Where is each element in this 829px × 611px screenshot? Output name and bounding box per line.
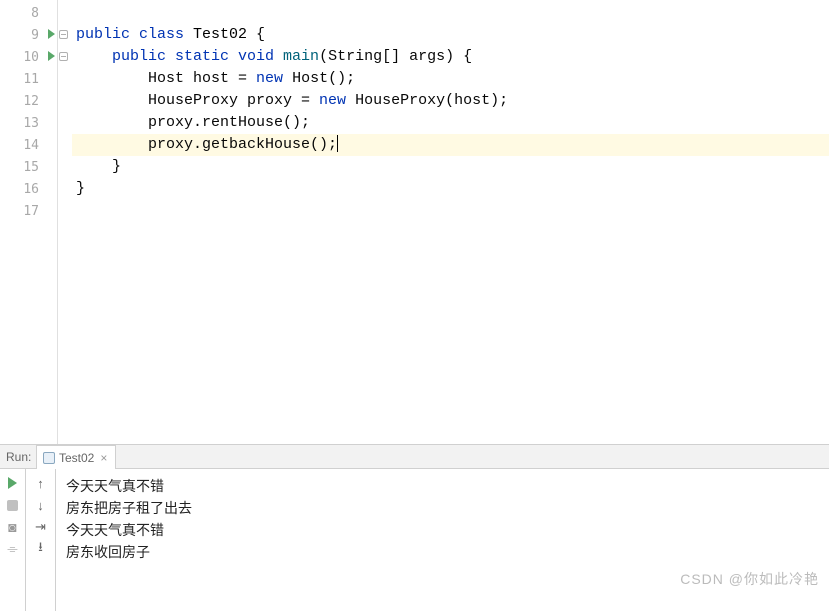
up-icon[interactable]: ↑: [33, 475, 49, 491]
fold-cell: [58, 68, 72, 90]
code-line[interactable]: HouseProxy proxy = new HouseProxy(host);: [72, 90, 829, 112]
down-icon[interactable]: ↓: [33, 497, 49, 513]
softwrap-icon[interactable]: ⇥: [33, 519, 49, 535]
layout-icon[interactable]: ◙: [5, 519, 21, 535]
scroll-end-icon[interactable]: ⭳: [33, 541, 49, 557]
fold-toggle-icon[interactable]: [59, 30, 68, 39]
gutter-line[interactable]: 15: [0, 156, 57, 178]
code-line[interactable]: [72, 200, 829, 222]
fold-cell: [58, 200, 72, 222]
console-line: 房东把房子租了出去: [66, 497, 819, 519]
gutter-line[interactable]: 9: [0, 24, 57, 46]
run-body: ◙ ⌯ ↑ ↓ ⇥ ⭳ 今天天气真不错房东把房子租了出去今天天气真不错房东收回房…: [0, 469, 829, 611]
code-line[interactable]: [72, 2, 829, 24]
fold-cell: [58, 134, 72, 156]
fold-cell: [58, 46, 72, 68]
code-line[interactable]: public static void main(String[] args) {: [72, 46, 829, 68]
code-line[interactable]: }: [72, 178, 829, 200]
rerun-button[interactable]: [5, 475, 21, 491]
fold-cell: [58, 156, 72, 178]
gutter-line[interactable]: 12: [0, 90, 57, 112]
console-output[interactable]: 今天天气真不错房东把房子租了出去今天天气真不错房东收回房子: [56, 469, 829, 611]
code-area[interactable]: public class Test02 { public static void…: [72, 0, 829, 444]
code-line[interactable]: Host host = new Host();: [72, 68, 829, 90]
run-gutter-icon[interactable]: [48, 51, 55, 61]
gutter-line[interactable]: 11: [0, 68, 57, 90]
run-label: Run:: [0, 450, 36, 464]
editor-pane: 891011121314151617 public class Test02 {…: [0, 0, 829, 445]
console-line: 今天天气真不错: [66, 475, 819, 497]
close-icon[interactable]: ×: [100, 451, 107, 465]
run-tab[interactable]: Test02 ×: [36, 445, 116, 469]
fold-toggle-icon[interactable]: [59, 52, 68, 61]
gutter-line[interactable]: 10: [0, 46, 57, 68]
stop-button[interactable]: [5, 497, 21, 513]
run-toolbar-primary: ◙ ⌯: [0, 469, 26, 611]
line-gutter: 891011121314151617: [0, 0, 58, 444]
run-config-icon: [43, 452, 55, 464]
run-gutter-icon[interactable]: [48, 29, 55, 39]
fold-cell: [58, 178, 72, 200]
code-line[interactable]: proxy.rentHouse();: [72, 112, 829, 134]
console-line: 今天天气真不错: [66, 519, 819, 541]
run-tab-title: Test02: [59, 451, 94, 465]
watermark: CSDN @你如此冷艳: [680, 569, 819, 589]
gutter-line[interactable]: 8: [0, 2, 57, 24]
gutter-line[interactable]: 14: [0, 134, 57, 156]
debug-icon[interactable]: ⌯: [5, 541, 21, 557]
fold-cell: [58, 24, 72, 46]
fold-column: [58, 0, 72, 444]
gutter-line[interactable]: 13: [0, 112, 57, 134]
run-header: Run: Test02 ×: [0, 445, 829, 469]
gutter-line[interactable]: 17: [0, 200, 57, 222]
fold-cell: [58, 90, 72, 112]
run-toolbar-secondary: ↑ ↓ ⇥ ⭳: [26, 469, 56, 611]
gutter-line[interactable]: 16: [0, 178, 57, 200]
code-line[interactable]: }: [72, 156, 829, 178]
fold-cell: [58, 112, 72, 134]
console-line: 房东收回房子: [66, 541, 819, 563]
code-line[interactable]: proxy.getbackHouse();: [72, 134, 829, 156]
fold-cell: [58, 2, 72, 24]
code-line[interactable]: public class Test02 {: [72, 24, 829, 46]
